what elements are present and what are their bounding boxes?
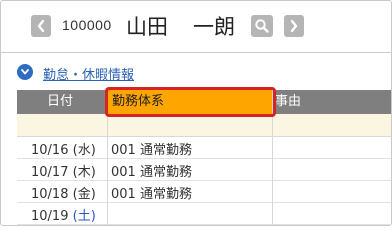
cell-work-type: 001 通常勤務 bbox=[111, 187, 192, 202]
employee-first-name: 一朗 bbox=[193, 15, 235, 39]
cell-weekday: 木 bbox=[77, 165, 91, 180]
column-header-date[interactable]: 日付 bbox=[47, 90, 73, 114]
table-row[interactable]: 10/18 (金) 001 通常勤務 bbox=[17, 181, 391, 203]
cell-work-type: 001 通常勤務 bbox=[111, 165, 192, 180]
employee-last-name: 山田 bbox=[126, 15, 168, 39]
column-divider bbox=[272, 90, 273, 225]
section-title-link[interactable]: 勤怠・休暇情報 bbox=[43, 64, 134, 83]
column-header-work-type[interactable]: 勤務体系 bbox=[107, 90, 272, 114]
employee-id: 100000 bbox=[62, 17, 112, 33]
table-row[interactable]: 10/16 (水) 001 通常勤務 bbox=[17, 137, 391, 159]
column-divider bbox=[107, 90, 108, 225]
chevron-right-icon bbox=[290, 19, 298, 33]
search-icon bbox=[255, 19, 269, 33]
cell-weekday: 水 bbox=[77, 143, 91, 158]
section-collapse-toggle[interactable] bbox=[17, 64, 33, 80]
cell-date: 10/19 (土) bbox=[31, 209, 96, 224]
cell-date: 10/16 (水) bbox=[31, 143, 96, 158]
chevron-left-icon bbox=[37, 19, 45, 33]
cell-date: 10/18 (金) bbox=[31, 187, 96, 202]
cell-weekday: 金 bbox=[77, 187, 91, 202]
cell-work-type: 001 通常勤務 bbox=[111, 143, 192, 158]
table-header-row: 日付 勤務体系 事由 bbox=[17, 90, 391, 114]
table-filter-row[interactable] bbox=[17, 114, 391, 137]
column-header-reason[interactable]: 事由 bbox=[275, 90, 301, 114]
previous-employee-button[interactable] bbox=[31, 15, 51, 37]
next-employee-button[interactable] bbox=[284, 15, 304, 37]
window-frame: 100000 山田 一朗 勤怠・休暇情報 日付 勤務体系 事由 10/16 (水… bbox=[0, 0, 392, 226]
cell-weekday-saturday: 土 bbox=[77, 209, 91, 224]
chevron-down-icon bbox=[21, 69, 29, 75]
table-row[interactable]: 10/19 (土) bbox=[17, 203, 391, 225]
cell-date: 10/17 (木) bbox=[31, 165, 96, 180]
employee-header: 100000 山田 一朗 bbox=[1, 1, 391, 53]
employee-search-button[interactable] bbox=[251, 15, 273, 37]
table-row[interactable]: 10/17 (木) 001 通常勤務 bbox=[17, 159, 391, 181]
